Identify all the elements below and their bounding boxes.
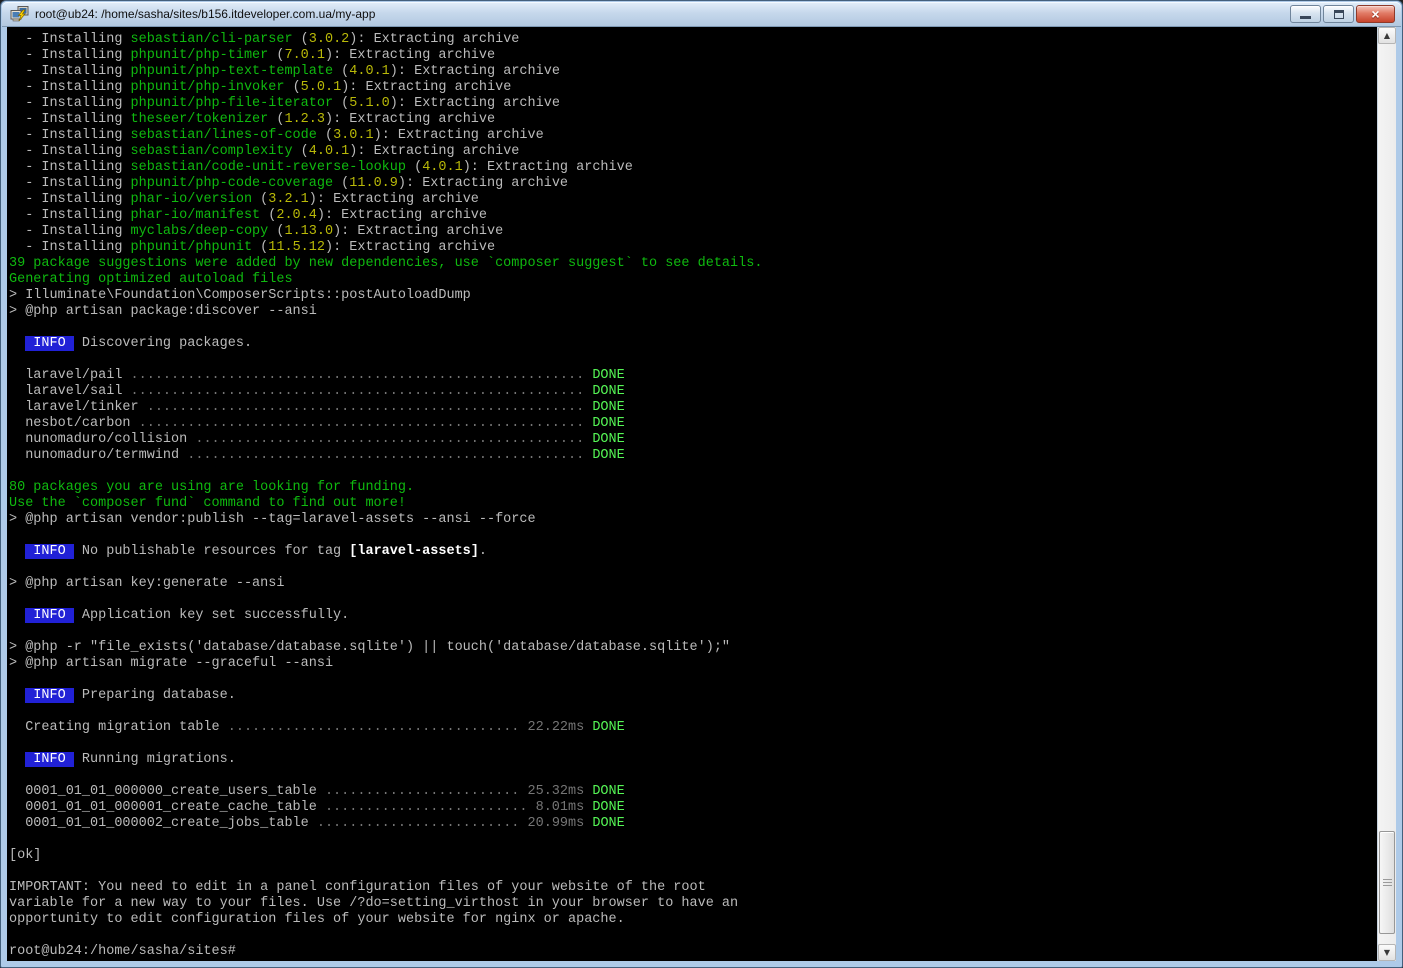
terminal-line: > @php artisan vendor:publish --tag=lara…	[9, 512, 1377, 528]
terminal-line: 0001_01_01_000002_create_jobs_table ....…	[9, 816, 1377, 832]
terminal-line: > @php artisan key:generate --ansi	[9, 576, 1377, 592]
scroll-up-button[interactable]: ▲	[1378, 27, 1396, 44]
terminal-line	[9, 624, 1377, 640]
terminal-line: IMPORTANT: You need to edit in a panel c…	[9, 880, 1377, 896]
terminal-output[interactable]: - Installing sebastian/cli-parser (3.0.2…	[7, 27, 1377, 961]
putty-window: root@ub24: /home/sasha/sites/b156.itdeve…	[0, 0, 1403, 968]
minimize-icon	[1300, 16, 1311, 19]
terminal-line	[9, 464, 1377, 480]
terminal-line	[9, 320, 1377, 336]
terminal-line: - Installing phpunit/php-invoker (5.0.1)…	[9, 80, 1377, 96]
terminal-line: opportunity to edit configuration files …	[9, 912, 1377, 928]
terminal-line: - Installing phar-io/version (3.2.1): Ex…	[9, 192, 1377, 208]
terminal-line: INFO Running migrations.	[9, 752, 1377, 768]
terminal-line: variable for a new way to your files. Us…	[9, 896, 1377, 912]
terminal-line: nesbot/carbon ..........................…	[9, 416, 1377, 432]
terminal-line	[9, 560, 1377, 576]
terminal-line: laravel/pail ...........................…	[9, 368, 1377, 384]
scroll-down-button[interactable]: ▼	[1378, 944, 1396, 961]
arrow-down-icon: ▼	[1384, 949, 1390, 957]
terminal-line: Use the `composer fund` command to find …	[9, 496, 1377, 512]
terminal-line	[9, 832, 1377, 848]
terminal-line	[9, 592, 1377, 608]
terminal-line: - Installing phpunit/php-text-template (…	[9, 64, 1377, 80]
terminal-line	[9, 768, 1377, 784]
close-icon: ×	[1371, 6, 1379, 22]
terminal-line: - Installing phpunit/php-file-iterator (…	[9, 96, 1377, 112]
maximize-icon	[1334, 10, 1344, 19]
terminal-line: - Installing myclabs/deep-copy (1.13.0):…	[9, 224, 1377, 240]
terminal-line: - Installing theseer/tokenizer (1.2.3): …	[9, 112, 1377, 128]
terminal-line: INFO Preparing database.	[9, 688, 1377, 704]
terminal-line: - Installing phar-io/manifest (2.0.4): E…	[9, 208, 1377, 224]
terminal-line: Generating optimized autoload files	[9, 272, 1377, 288]
terminal-line: INFO Discovering packages.	[9, 336, 1377, 352]
terminal-line	[9, 672, 1377, 688]
terminal-line: nunomaduro/termwind ....................…	[9, 448, 1377, 464]
titlebar[interactable]: root@ub24: /home/sasha/sites/b156.itdeve…	[2, 2, 1401, 27]
terminal-line: > @php -r "file_exists('database/databas…	[9, 640, 1377, 656]
window-controls: ×	[1290, 5, 1395, 23]
terminal-line: nunomaduro/collision ...................…	[9, 432, 1377, 448]
terminal-line	[9, 352, 1377, 368]
terminal-line: > @php artisan package:discover --ansi	[9, 304, 1377, 320]
close-button[interactable]: ×	[1356, 5, 1395, 23]
terminal-line: - Installing phpunit/php-timer (7.0.1): …	[9, 48, 1377, 64]
terminal-line: - Installing phpunit/php-code-coverage (…	[9, 176, 1377, 192]
scrollbar-track[interactable]	[1378, 44, 1396, 944]
terminal-line	[9, 928, 1377, 944]
window-title: root@ub24: /home/sasha/sites/b156.itdeve…	[35, 7, 1282, 21]
terminal-line: root@ub24:/home/sasha/sites#	[9, 944, 1377, 960]
arrow-up-icon: ▲	[1384, 32, 1390, 40]
scrollbar-thumb[interactable]	[1379, 831, 1395, 934]
terminal-line: - Installing sebastian/lines-of-code (3.…	[9, 128, 1377, 144]
terminal-line: - Installing sebastian/complexity (4.0.1…	[9, 144, 1377, 160]
putty-icon[interactable]	[10, 6, 30, 22]
terminal-line: Creating migration table ...............…	[9, 720, 1377, 736]
maximize-button[interactable]	[1323, 5, 1354, 23]
grip-icon	[1383, 879, 1392, 886]
scrollbar[interactable]: ▲ ▼	[1377, 27, 1396, 961]
terminal-line: 39 package suggestions were added by new…	[9, 256, 1377, 272]
terminal-line	[9, 704, 1377, 720]
terminal-line: - Installing phpunit/phpunit (11.5.12): …	[9, 240, 1377, 256]
terminal-line: 0001_01_01_000001_create_cache_table ...…	[9, 800, 1377, 816]
terminal-line: [ok]	[9, 848, 1377, 864]
terminal-line	[9, 736, 1377, 752]
terminal-line: laravel/sail ...........................…	[9, 384, 1377, 400]
terminal-line	[9, 528, 1377, 544]
terminal-line: > Illuminate\Foundation\ComposerScripts:…	[9, 288, 1377, 304]
terminal-line: 0001_01_01_000000_create_users_table ...…	[9, 784, 1377, 800]
window-content: - Installing sebastian/cli-parser (3.0.2…	[7, 27, 1396, 961]
terminal-line: laravel/tinker .........................…	[9, 400, 1377, 416]
minimize-button[interactable]	[1290, 5, 1321, 23]
terminal-line: - Installing sebastian/cli-parser (3.0.2…	[9, 32, 1377, 48]
terminal-line: > @php artisan migrate --graceful --ansi	[9, 656, 1377, 672]
terminal-line: INFO No publishable resources for tag [l…	[9, 544, 1377, 560]
terminal-line: 80 packages you are using are looking fo…	[9, 480, 1377, 496]
terminal-line	[9, 864, 1377, 880]
terminal-line: - Installing sebastian/code-unit-reverse…	[9, 160, 1377, 176]
terminal-line: INFO Application key set successfully.	[9, 608, 1377, 624]
